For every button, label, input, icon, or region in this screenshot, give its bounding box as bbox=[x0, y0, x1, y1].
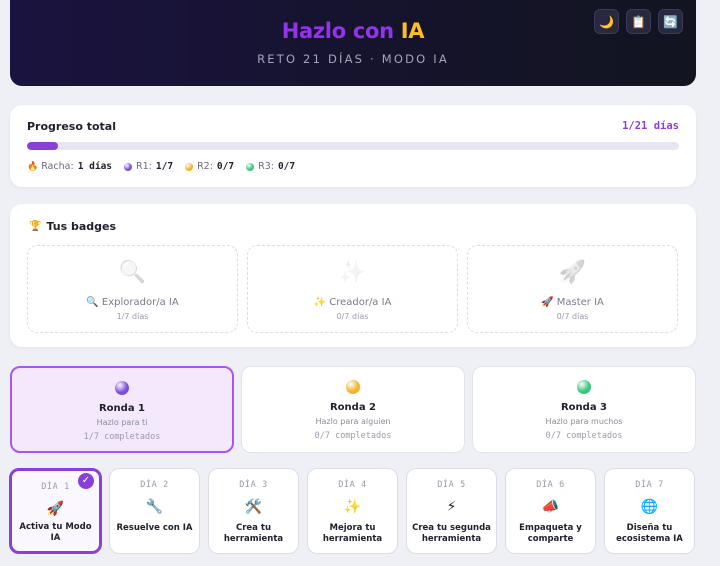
progress-card: Progreso total 1/21 días 🔥 Racha: 1 días… bbox=[10, 105, 696, 187]
round-subtitle: Hazlo para muchos bbox=[545, 417, 623, 426]
round-tab-1[interactable]: Ronda 1 Hazlo para ti 1/7 completados bbox=[10, 366, 234, 453]
day-card-5[interactable]: DÍA 5 ⚡ Crea tu segunda herramienta bbox=[406, 468, 497, 554]
round-name: Ronda 1 bbox=[98, 403, 146, 414]
round-name: Ronda 3 bbox=[560, 402, 608, 413]
round-subtitle: Hazlo para ti bbox=[96, 418, 148, 427]
tools-icon: 🛠️ bbox=[244, 499, 263, 515]
theme-toggle-button[interactable]: 🌙 bbox=[594, 9, 619, 34]
day-card-7[interactable]: DÍA 7 🌐 Diseña tu ecosistema IA bbox=[604, 468, 695, 554]
round1-stat-label: R1: bbox=[136, 161, 152, 172]
badge-name: 🔍 Explorador/a IA bbox=[86, 297, 179, 308]
rocket-icon: 🚀 bbox=[558, 260, 587, 285]
sparkles-icon: ✨ bbox=[338, 260, 367, 285]
round1-ball bbox=[115, 381, 129, 395]
round2-ball bbox=[346, 380, 360, 394]
round3-dot bbox=[246, 162, 255, 171]
progress-stats: 🔥 Racha: 1 días R1: 1/7 R2: 0/7 R3: 0/7 bbox=[27, 161, 307, 172]
trophy-icon: 🏆 bbox=[29, 221, 42, 232]
sparkles-icon: ✨ bbox=[343, 499, 362, 515]
round3-ball bbox=[577, 380, 591, 394]
badge-days: 1/7 días bbox=[116, 312, 149, 321]
day-card-2[interactable]: DÍA 2 🔧 Resuelve con IA bbox=[109, 468, 200, 554]
refresh-icon: 🔄 bbox=[663, 14, 678, 29]
wrench-icon: 🔧 bbox=[145, 499, 164, 515]
round-completed: 0/7 completados bbox=[545, 431, 623, 441]
lightning-icon: ⚡ bbox=[446, 499, 457, 515]
day-number: DÍA 2 bbox=[140, 480, 169, 490]
round-completed: 1/7 completados bbox=[83, 432, 161, 442]
badge-days: 0/7 días bbox=[336, 312, 369, 321]
progress-count: 1/21 días bbox=[622, 120, 679, 132]
round2-stat-value: 0/7 bbox=[216, 161, 235, 172]
moon-icon: 🌙 bbox=[599, 14, 614, 29]
magnifier-icon: 🔍 bbox=[118, 260, 147, 285]
streak-stat: 🔥 Racha: 1 días bbox=[27, 161, 112, 172]
title-main: Hazlo con bbox=[281, 19, 394, 43]
day-name: Empaqueta y comparte bbox=[519, 523, 582, 544]
globe-icon: 🌐 bbox=[640, 499, 659, 515]
day-name: Resuelve con IA bbox=[116, 523, 193, 533]
day-name: Crea tu segunda herramienta bbox=[412, 523, 491, 544]
round-name: Ronda 2 bbox=[329, 402, 377, 413]
day-number: DÍA 5 bbox=[437, 480, 466, 490]
day-number: DÍA 3 bbox=[239, 480, 268, 490]
day-number: DÍA 1 bbox=[41, 482, 70, 492]
day-number: DÍA 7 bbox=[635, 480, 664, 490]
fire-icon: 🔥 bbox=[27, 161, 39, 172]
round-subtitle: Hazlo para alguien bbox=[315, 417, 391, 426]
badge-name: ✨ Creador/a IA bbox=[313, 297, 392, 308]
progress-title: Progreso total bbox=[27, 120, 117, 133]
round-tab-3[interactable]: Ronda 3 Hazlo para muchos 0/7 completado… bbox=[472, 366, 696, 453]
megaphone-icon: 📣 bbox=[541, 499, 560, 515]
day-name: Diseña tu ecosistema IA bbox=[616, 523, 683, 544]
round1-stat: R1: 1/7 bbox=[124, 161, 173, 172]
round3-stat-label: R3: bbox=[258, 161, 274, 172]
app-subtitle: RETO 21 DÍAS · MODO IA bbox=[257, 52, 449, 66]
badges-card: 🏆 Tus badges 🔍 🔍 Explorador/a IA 1/7 día… bbox=[10, 204, 696, 347]
streak-value: 1 días bbox=[77, 161, 113, 172]
badge-name: 🚀 Master IA bbox=[541, 297, 604, 308]
round1-stat-value: 1/7 bbox=[155, 161, 174, 172]
round1-dot bbox=[124, 162, 133, 171]
round-completed: 0/7 completados bbox=[314, 431, 392, 441]
title-accent: IA bbox=[400, 19, 425, 43]
clipboard-icon: 📋 bbox=[631, 14, 646, 29]
day-name: Activa tu Modo IA bbox=[19, 522, 92, 543]
progress-bar-fill bbox=[27, 142, 59, 150]
badge-explorer: 🔍 🔍 Explorador/a IA 1/7 días bbox=[27, 245, 238, 333]
day-card-6[interactable]: DÍA 6 📣 Empaqueta y comparte bbox=[505, 468, 596, 554]
day-card-1[interactable]: ✓ DÍA 1 🚀 Activa tu Modo IA bbox=[9, 468, 102, 554]
progress-bar bbox=[27, 142, 679, 150]
round3-stat-value: 0/7 bbox=[277, 161, 296, 172]
round2-stat-label: R2: bbox=[197, 161, 213, 172]
day-number: DÍA 4 bbox=[338, 480, 367, 490]
day-name: Mejora tu herramienta bbox=[322, 523, 383, 544]
badge-master: 🚀 🚀 Master IA 0/7 días bbox=[467, 245, 678, 333]
badges-title-text: Tus badges bbox=[46, 220, 117, 233]
round2-stat: R2: 0/7 bbox=[185, 161, 234, 172]
clipboard-button[interactable]: 📋 bbox=[626, 9, 651, 34]
streak-label: Racha: bbox=[41, 161, 74, 172]
badge-days: 0/7 días bbox=[556, 312, 589, 321]
day-card-3[interactable]: DÍA 3 🛠️ Crea tu herramienta bbox=[208, 468, 299, 554]
badges-title: 🏆 Tus badges bbox=[29, 220, 116, 233]
reset-button[interactable]: 🔄 bbox=[658, 9, 683, 34]
round-tab-2[interactable]: Ronda 2 Hazlo para alguien 0/7 completad… bbox=[241, 366, 465, 453]
app-header: Hazlo con IA RETO 21 DÍAS · MODO IA 🌙 📋 … bbox=[10, 0, 696, 86]
rocket-icon: 🚀 bbox=[46, 501, 65, 517]
round3-stat: R3: 0/7 bbox=[246, 161, 295, 172]
badge-creator: ✨ ✨ Creador/a IA 0/7 días bbox=[247, 245, 458, 333]
round2-dot bbox=[185, 162, 194, 171]
day-number: DÍA 6 bbox=[536, 480, 565, 490]
day-name: Crea tu herramienta bbox=[223, 523, 284, 544]
day-card-4[interactable]: DÍA 4 ✨ Mejora tu herramienta bbox=[307, 468, 398, 554]
